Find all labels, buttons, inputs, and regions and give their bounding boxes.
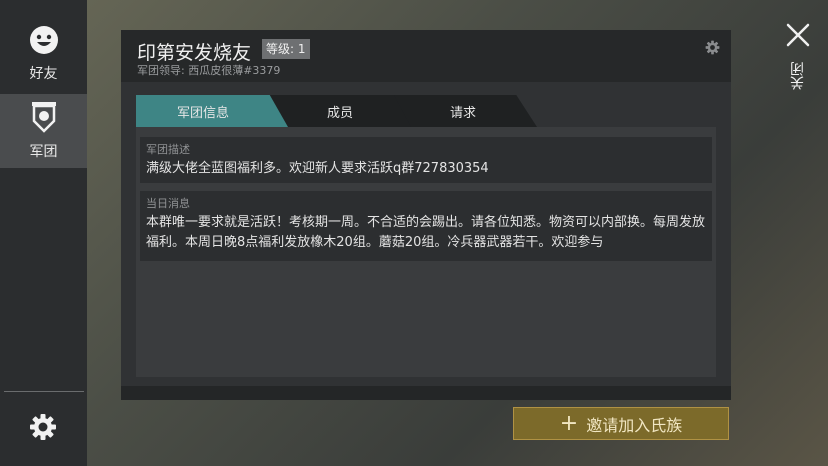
tab-requests-label: 请求 xyxy=(449,105,476,121)
close-icon[interactable] xyxy=(785,22,811,48)
daily-message-box[interactable]: 当日消息 本群唯一要求就是活跃！考核期一周。不合适的会踢出。请各位知悉。物资可以… xyxy=(140,191,712,261)
level-badge: 等级: 1 xyxy=(262,39,310,59)
shield-banner-icon xyxy=(27,101,61,135)
legion-panel: 印第安发烧友 等级: 1 军团领导: 西瓜皮很薄#3379 请求 成员 军团信息… xyxy=(121,30,731,400)
description-text: 满级大佬全蓝图福利多。欢迎新人要求活跃q群727830354 xyxy=(146,161,489,176)
panel-header: 印第安发烧友 等级: 1 军团领导: 西瓜皮很薄#3379 xyxy=(121,30,731,82)
panel-footer-bar xyxy=(121,386,731,400)
invite-to-clan-button[interactable]: + 邀请加入氏族 xyxy=(513,407,729,440)
sidebar-item-legion[interactable]: 军团 xyxy=(0,94,87,168)
tab-members[interactable]: 成员 xyxy=(269,95,411,127)
tab-legion-info-label: 军团信息 xyxy=(176,105,229,121)
daily-message-label: 当日消息 xyxy=(146,197,190,210)
plus-icon: + xyxy=(559,410,579,436)
description-label: 军团描述 xyxy=(146,143,190,156)
sidebar-item-friends-label: 好友 xyxy=(29,66,58,82)
gear-icon[interactable] xyxy=(27,411,59,443)
sidebar-item-legion-label: 军团 xyxy=(29,144,58,160)
smiley-face-icon xyxy=(27,23,61,57)
legion-settings-gear-icon[interactable] xyxy=(704,39,721,56)
tab-requests[interactable]: 请求 xyxy=(389,95,537,127)
invite-button-label: 邀请加入氏族 xyxy=(586,415,683,435)
sidebar: 好友 军团 xyxy=(0,0,87,466)
daily-message-text: 本群唯一要求就是活跃！考核期一周。不合适的会踢出。请各位知悉。物资可以内部换。每… xyxy=(146,215,706,250)
legion-title: 印第安发烧友 xyxy=(137,42,252,64)
tab-legion-info[interactable]: 军团信息 xyxy=(136,95,288,127)
tab-content: 军团描述 满级大佬全蓝图福利多。欢迎新人要求活跃q群727830354 当日消息… xyxy=(136,127,716,377)
sidebar-item-friends[interactable]: 好友 xyxy=(0,16,87,90)
description-box: 军团描述 满级大佬全蓝图福利多。欢迎新人要求活跃q群727830354 xyxy=(140,137,712,183)
sidebar-divider xyxy=(4,391,84,392)
close-label[interactable]: 关闭 xyxy=(788,62,808,90)
legion-leader: 军团领导: 西瓜皮很薄#3379 xyxy=(137,64,281,77)
tab-members-label: 成员 xyxy=(326,105,353,121)
